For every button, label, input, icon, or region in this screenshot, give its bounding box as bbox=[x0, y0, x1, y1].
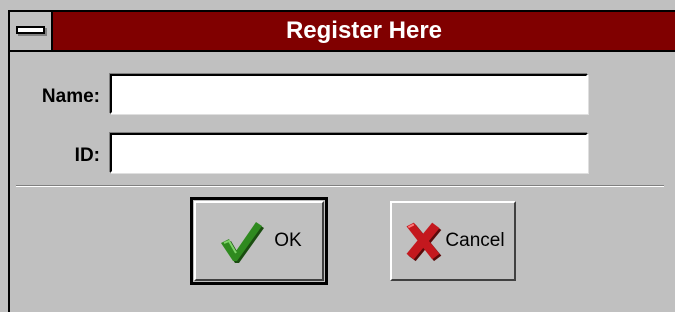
name-field[interactable] bbox=[110, 74, 588, 114]
title-bar[interactable]: Register Here bbox=[10, 12, 675, 52]
system-menu-button[interactable] bbox=[10, 12, 53, 50]
cancel-button[interactable]: Cancel bbox=[390, 201, 516, 281]
cancel-button-label: Cancel bbox=[445, 230, 505, 251]
id-field[interactable] bbox=[110, 133, 588, 173]
dialog-title: Register Here bbox=[285, 17, 443, 44]
x-icon bbox=[406, 222, 442, 262]
system-menu-icon bbox=[16, 26, 45, 34]
divider bbox=[16, 185, 664, 187]
ok-button[interactable]: OK bbox=[190, 197, 328, 285]
name-label: Name: bbox=[41, 86, 100, 107]
id-label: ID: bbox=[74, 145, 100, 166]
check-icon bbox=[221, 222, 265, 263]
ok-button-label: OK bbox=[274, 230, 302, 251]
